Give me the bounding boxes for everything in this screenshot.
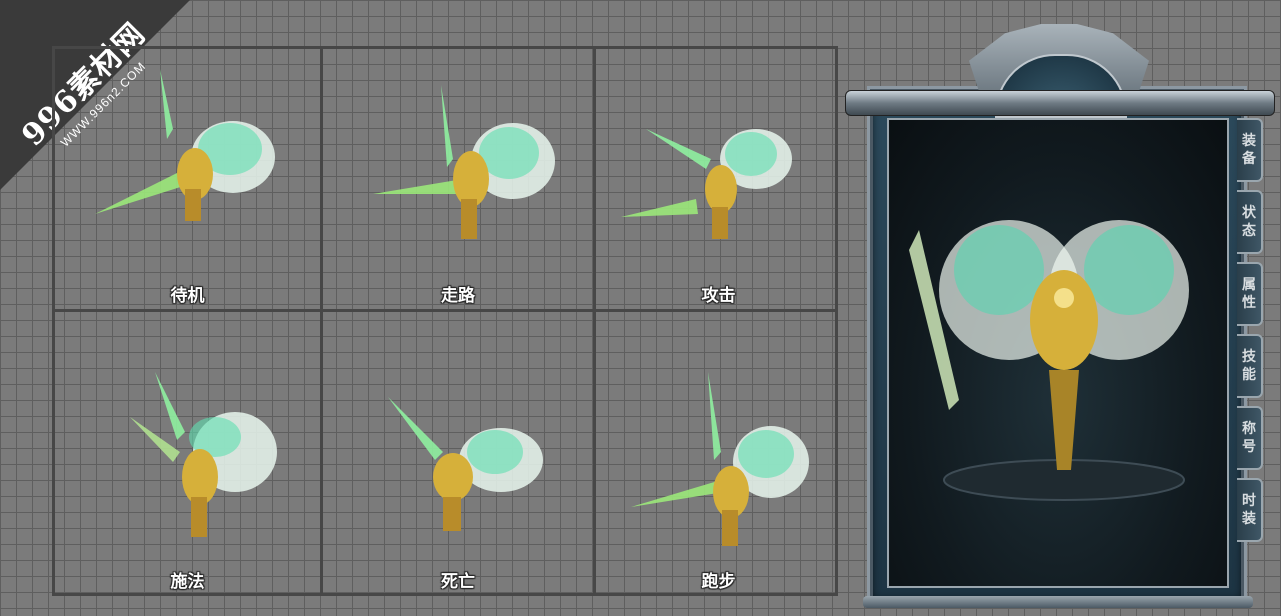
action-label: 走路 bbox=[441, 286, 475, 306]
tab-titles[interactable]: 称 号 bbox=[1237, 406, 1263, 470]
panel-tabs: 装 备 状 态 属 性 技 能 称 号 时 装 bbox=[1237, 118, 1267, 550]
sprite-cell-run[interactable]: 跑步 bbox=[596, 312, 841, 593]
tab-equipment[interactable]: 装 备 bbox=[1237, 118, 1263, 182]
tab-char: 技 bbox=[1242, 349, 1256, 365]
tab-char: 备 bbox=[1242, 151, 1256, 167]
wing-sprite-icon bbox=[621, 129, 792, 239]
wing-sprite-icon bbox=[373, 85, 555, 239]
tab-char: 时 bbox=[1242, 493, 1256, 509]
tab-char: 称 bbox=[1242, 421, 1256, 437]
action-label: 跑步 bbox=[701, 572, 736, 592]
wing-sprite-icon bbox=[388, 397, 543, 531]
sprite-cell-death[interactable]: 死亡 bbox=[323, 312, 593, 593]
tab-char: 状 bbox=[1242, 205, 1256, 221]
character-preview bbox=[887, 118, 1229, 588]
tab-status[interactable]: 状 态 bbox=[1237, 190, 1263, 254]
character-panel: 装 备 状 态 属 性 技 能 称 号 时 装 bbox=[845, 24, 1275, 608]
tab-char: 能 bbox=[1242, 367, 1256, 383]
action-label: 施法 bbox=[170, 572, 205, 592]
wing-sprite-icon bbox=[631, 372, 809, 546]
tab-char: 装 bbox=[1242, 511, 1256, 527]
tab-attributes[interactable]: 属 性 bbox=[1237, 262, 1263, 326]
wing-sprite-icon bbox=[95, 69, 275, 221]
action-label: 攻击 bbox=[701, 286, 736, 306]
tab-char: 号 bbox=[1242, 439, 1256, 455]
tab-skills[interactable]: 技 能 bbox=[1237, 334, 1263, 398]
sprite-cell-idle[interactable]: 待机 bbox=[55, 49, 320, 309]
panel-bottom-bar bbox=[863, 596, 1253, 608]
sprite-sheet-grid: 待机 走路 攻击 施法 死亡 跑步 bbox=[52, 46, 838, 596]
wing-sprite-icon bbox=[130, 372, 277, 537]
sprite-cell-attack[interactable]: 攻击 bbox=[596, 49, 841, 309]
sprite-cell-walk[interactable]: 走路 bbox=[323, 49, 593, 309]
tab-char: 性 bbox=[1242, 295, 1256, 311]
action-label: 待机 bbox=[170, 286, 205, 306]
tab-char: 装 bbox=[1242, 133, 1256, 149]
tab-fashion[interactable]: 时 装 bbox=[1237, 478, 1263, 542]
panel-top-bar bbox=[845, 90, 1275, 116]
action-label: 死亡 bbox=[441, 572, 475, 592]
tab-char: 态 bbox=[1242, 223, 1256, 239]
sprite-cell-cast[interactable]: 施法 bbox=[55, 312, 320, 593]
character-portrait-icon bbox=[909, 220, 1189, 501]
tab-char: 属 bbox=[1242, 277, 1256, 293]
